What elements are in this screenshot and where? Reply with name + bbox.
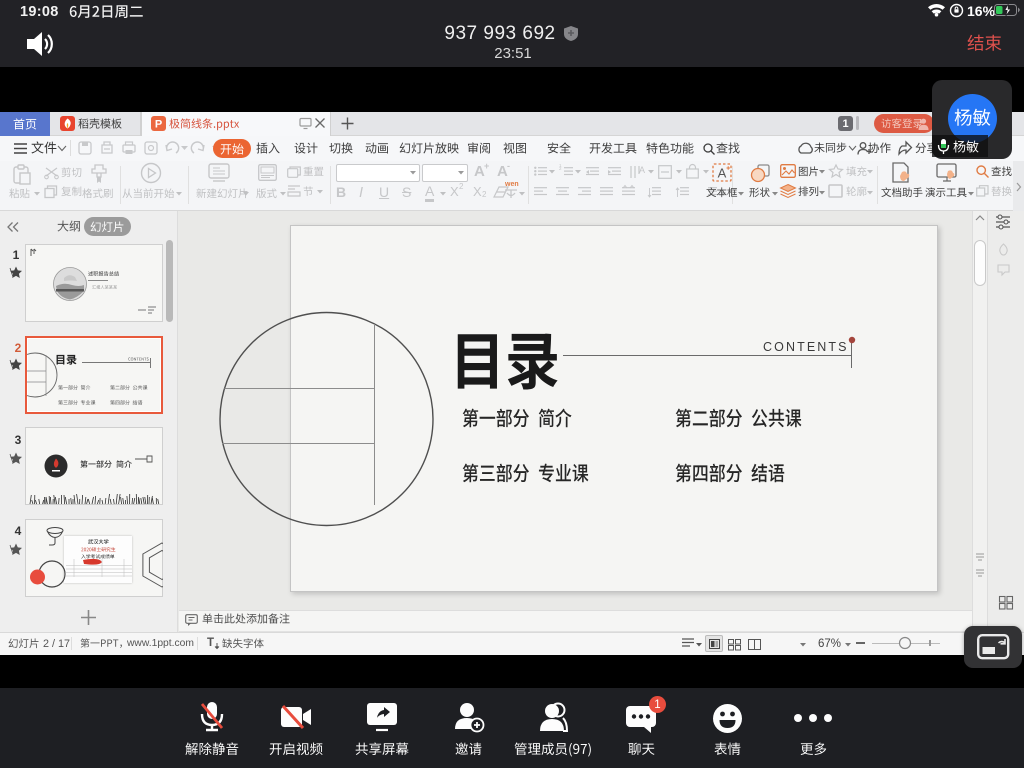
svg-text:A: A — [718, 166, 727, 181]
svg-text:A: A — [639, 165, 645, 175]
svg-text:P: P — [155, 119, 162, 131]
